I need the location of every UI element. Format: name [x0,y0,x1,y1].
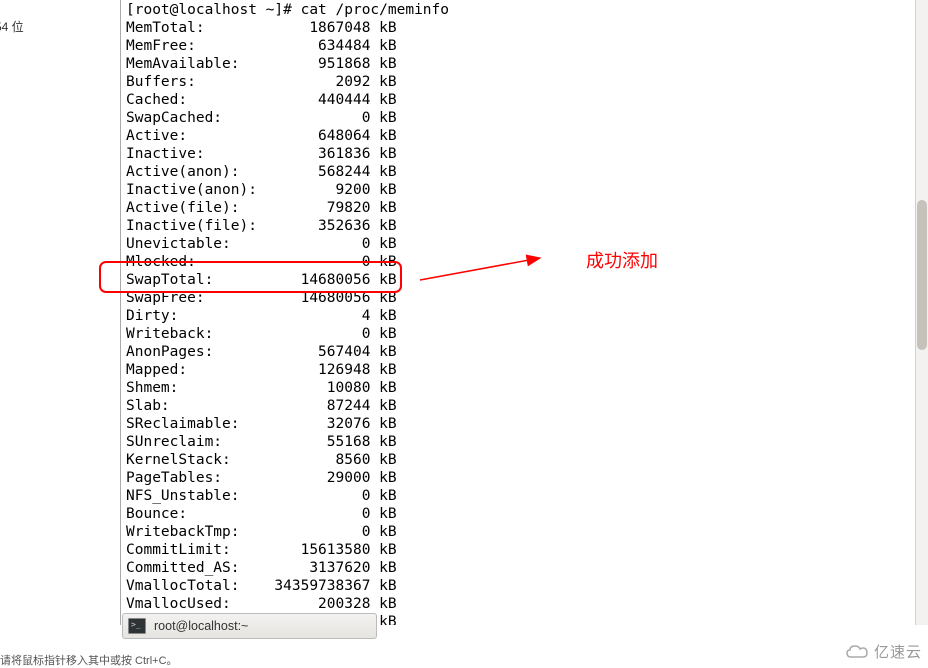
annotation-label: 成功添加 [586,247,658,273]
meminfo-row: NFS_Unstable: 0 kB [126,487,928,505]
bottom-hint-text: 请将鼠标指针移入其中或按 Ctrl+C。 [0,652,178,668]
taskbar-item-label: root@localhost:~ [154,619,248,633]
meminfo-row: Committed_AS: 3137620 kB [126,559,928,577]
watermark-text: 亿速云 [874,641,922,662]
meminfo-row: Inactive: 361836 kB [126,145,928,163]
meminfo-row: SReclaimable: 32076 kB [126,415,928,433]
command-line: [root@localhost ~]# cat /proc/meminfo [126,1,928,19]
meminfo-row: Mlocked: 0 kB [126,253,928,271]
meminfo-row: Writeback: 0 kB [126,325,928,343]
meminfo-row: VmallocTotal: 34359738367 kB [126,577,928,595]
meminfo-row: Unevictable: 0 kB [126,235,928,253]
meminfo-row: MemTotal: 1867048 kB [126,19,928,37]
cloud-icon [843,643,871,661]
taskbar: root@localhost:~ [122,612,377,640]
meminfo-row: Slab: 87244 kB [126,397,928,415]
left-fragment-text: 54 位 [0,18,24,35]
meminfo-row: SwapCached: 0 kB [126,109,928,127]
meminfo-row: AnonPages: 567404 kB [126,343,928,361]
taskbar-terminal-item[interactable]: root@localhost:~ [122,613,377,639]
meminfo-row: Buffers: 2092 kB [126,73,928,91]
meminfo-row: Inactive(file): 352636 kB [126,217,928,235]
meminfo-row: Shmem: 10080 kB [126,379,928,397]
meminfo-row: KernelStack: 8560 kB [126,451,928,469]
watermark: 亿速云 [843,641,922,662]
meminfo-row: SwapTotal: 14680056 kB [126,271,928,289]
meminfo-row: Active(anon): 568244 kB [126,163,928,181]
meminfo-row: Inactive(anon): 9200 kB [126,181,928,199]
terminal-window[interactable]: [root@localhost ~]# cat /proc/meminfoMem… [120,0,928,625]
meminfo-row: Bounce: 0 kB [126,505,928,523]
meminfo-row: CommitLimit: 15613580 kB [126,541,928,559]
meminfo-row: Mapped: 126948 kB [126,361,928,379]
meminfo-row: Cached: 440444 kB [126,91,928,109]
meminfo-row: MemAvailable: 951868 kB [126,55,928,73]
meminfo-row: MemFree: 634484 kB [126,37,928,55]
meminfo-row: SwapFree: 14680056 kB [126,289,928,307]
meminfo-row: VmallocUsed: 200328 kB [126,595,928,613]
terminal-scrollbar-thumb[interactable] [917,200,927,350]
meminfo-row: Active(file): 79820 kB [126,199,928,217]
terminal-output: [root@localhost ~]# cat /proc/meminfoMem… [121,1,928,625]
meminfo-row: SUnreclaim: 55168 kB [126,433,928,451]
meminfo-row: Active: 648064 kB [126,127,928,145]
meminfo-row: Dirty: 4 kB [126,307,928,325]
terminal-scrollbar-track[interactable] [915,0,928,625]
meminfo-row: WritebackTmp: 0 kB [126,523,928,541]
meminfo-row: PageTables: 29000 kB [126,469,928,487]
terminal-icon [128,618,146,634]
